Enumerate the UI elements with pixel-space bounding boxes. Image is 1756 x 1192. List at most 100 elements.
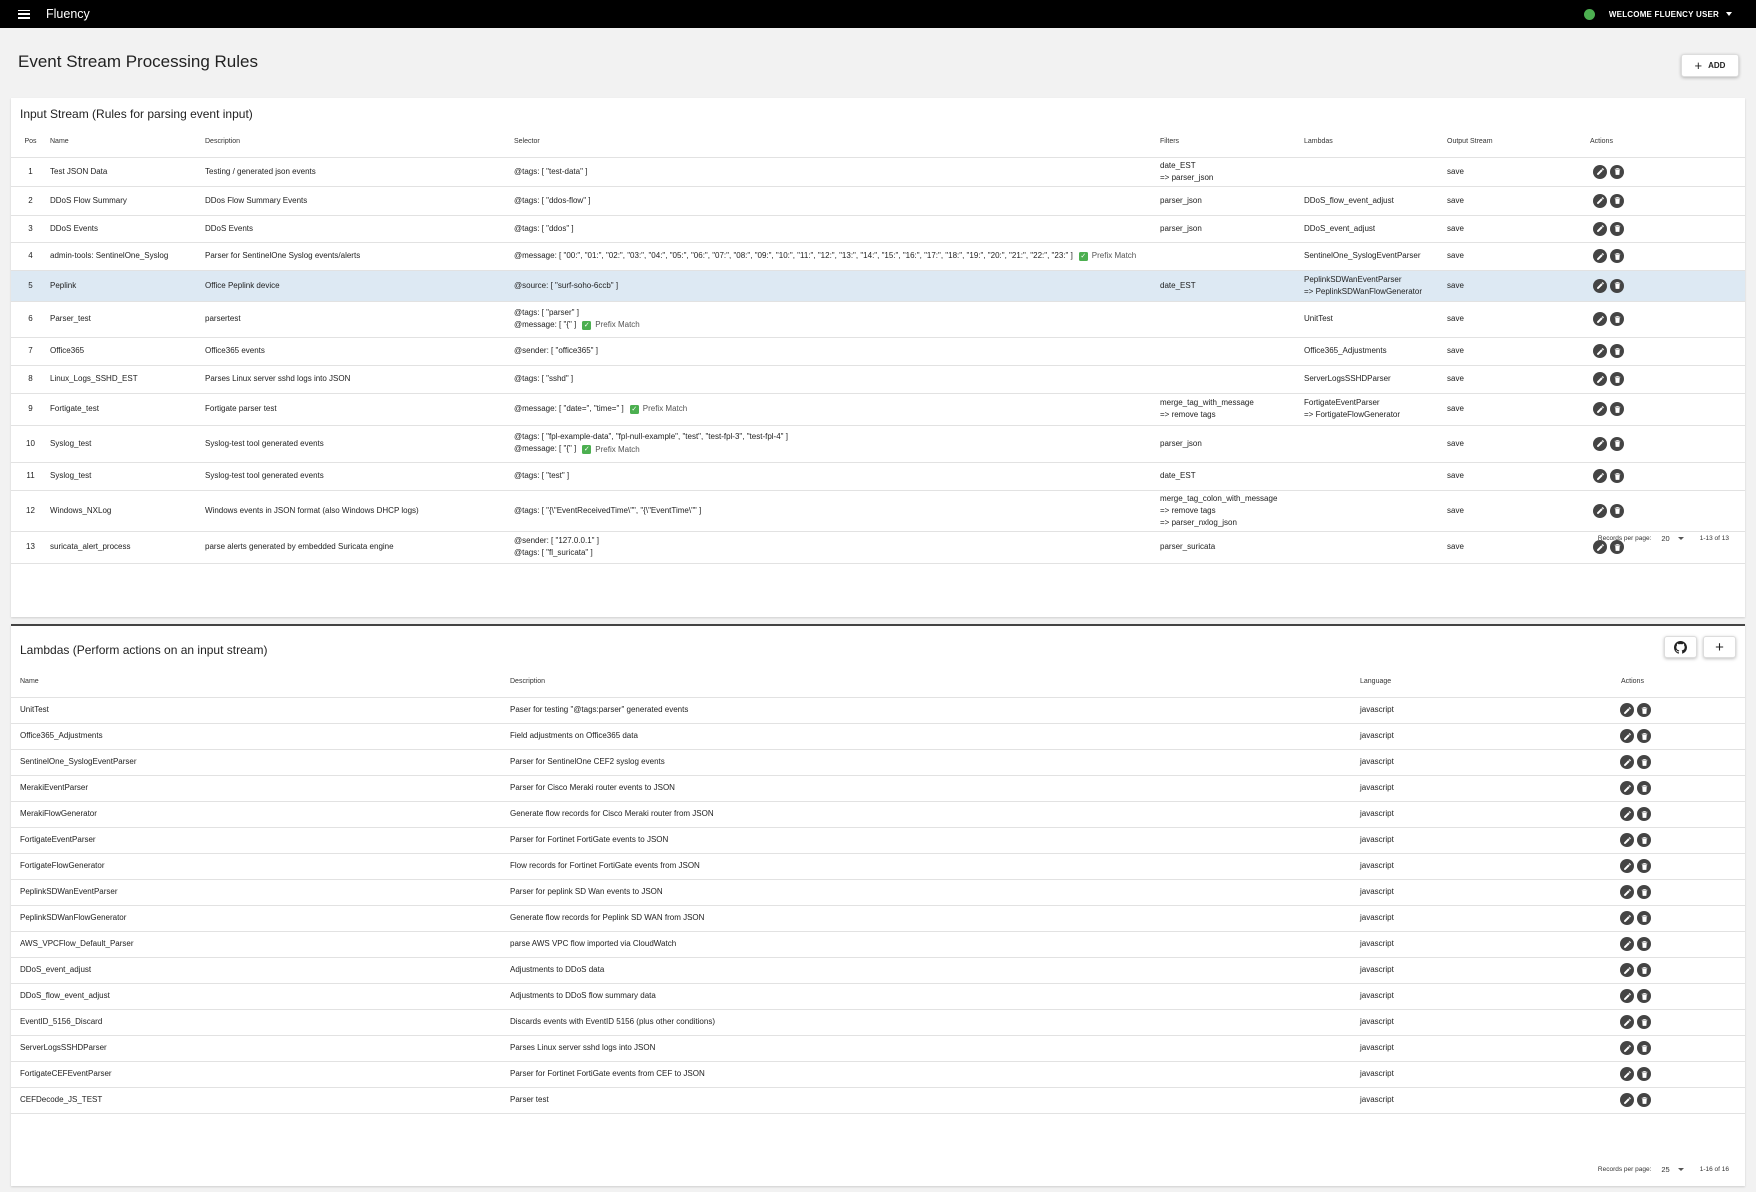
table-row[interactable]: 8 Linux_Logs_SSHD_EST Parses Linux server …	[11, 365, 1745, 394]
delete-icon[interactable]	[1637, 807, 1651, 821]
delete-icon[interactable]	[1610, 402, 1624, 416]
table-row[interactable]: 12 Windows_NXLog Windows events in JSON fo…	[11, 490, 1745, 532]
table-row[interactable]: MerakiEventParser Parser for Cisco Meraki…	[11, 775, 1745, 802]
edit-icon[interactable]	[1620, 1015, 1634, 1029]
edit-icon[interactable]	[1620, 1067, 1634, 1081]
column-header-name[interactable]: Name	[11, 667, 510, 698]
edit-icon[interactable]	[1593, 469, 1607, 483]
add-lambda-button[interactable]: +	[1703, 636, 1736, 658]
column-header-lambdas[interactable]: Lambdas	[1304, 127, 1447, 158]
table-row[interactable]: SentinelOne_SyslogEventParser Parser for …	[11, 749, 1745, 776]
edit-icon[interactable]	[1593, 278, 1607, 293]
github-button[interactable]	[1664, 636, 1697, 658]
edit-icon[interactable]	[1593, 402, 1607, 416]
table-row[interactable]: UnitTest Paser for testing "@tags:parser"…	[11, 697, 1745, 724]
edit-icon[interactable]	[1620, 937, 1634, 951]
delete-icon[interactable]	[1637, 859, 1651, 873]
edit-icon[interactable]	[1593, 344, 1607, 358]
records-per-page-select[interactable]: 20	[1661, 534, 1669, 543]
delete-icon[interactable]	[1610, 312, 1624, 326]
edit-icon[interactable]	[1593, 249, 1607, 263]
table-row[interactable]: 2 DDoS Flow Summary DDos Flow Summary Even…	[11, 186, 1745, 216]
delete-icon[interactable]	[1637, 833, 1651, 847]
edit-icon[interactable]	[1620, 1093, 1634, 1107]
chevron-down-icon[interactable]	[1677, 1168, 1684, 1171]
delete-icon[interactable]	[1610, 249, 1624, 263]
table-row[interactable]: 6 Parser_test parsertest @tags: [ "parser" …	[11, 301, 1745, 338]
edit-icon[interactable]	[1620, 807, 1634, 821]
delete-icon[interactable]	[1637, 885, 1651, 899]
column-header-name[interactable]: Name	[50, 127, 205, 158]
add-rule-button[interactable]: + ADD	[1681, 54, 1739, 77]
column-header-pos[interactable]: Pos	[11, 127, 50, 158]
table-row[interactable]: 13 suricata_alert_process parse alerts gen…	[11, 531, 1745, 564]
edit-icon[interactable]	[1620, 963, 1634, 977]
delete-icon[interactable]	[1610, 164, 1624, 179]
column-header-description[interactable]: Description	[205, 127, 514, 158]
table-row[interactable]: FortigateCEFEventParser Parser for Fortin…	[11, 1061, 1745, 1088]
delete-icon[interactable]	[1637, 755, 1651, 769]
chevron-down-icon[interactable]	[1726, 12, 1732, 16]
delete-icon[interactable]	[1637, 703, 1651, 717]
table-row[interactable]: ServerLogsSSHDParser Parses Linux server …	[11, 1035, 1745, 1062]
table-row[interactable]: 7 Office365 Office365 events @sender: [ "of…	[11, 337, 1745, 366]
delete-icon[interactable]	[1637, 781, 1651, 795]
edit-icon[interactable]	[1620, 703, 1634, 717]
column-header-output-stream[interactable]: Output Stream	[1447, 127, 1515, 158]
chevron-down-icon[interactable]	[1677, 537, 1684, 540]
edit-icon[interactable]	[1620, 989, 1634, 1003]
edit-icon[interactable]	[1593, 372, 1607, 386]
delete-icon[interactable]	[1610, 503, 1624, 518]
table-row[interactable]: CEFDecode_JS_TEST Parser test javascript	[11, 1087, 1745, 1114]
delete-icon[interactable]	[1610, 436, 1624, 451]
table-row[interactable]: 4 admin-tools: SentinelOne_Syslog Parser f…	[11, 242, 1745, 271]
column-header-description[interactable]: Description	[510, 667, 1360, 698]
delete-icon[interactable]	[1637, 1041, 1651, 1055]
user-menu[interactable]: WELCOME FLUENCY USER	[1583, 0, 1732, 28]
delete-icon[interactable]	[1610, 221, 1624, 236]
delete-icon[interactable]	[1610, 344, 1624, 358]
table-row[interactable]: 1 Test JSON Data Testing / generated json …	[11, 157, 1745, 187]
table-row[interactable]: DDoS_flow_event_adjust Adjustments to DDo…	[11, 983, 1745, 1010]
table-row[interactable]: PeplinkSDWanFlowGenerator Generate flow r…	[11, 905, 1745, 932]
delete-icon[interactable]	[1637, 729, 1651, 743]
menu-icon[interactable]	[18, 9, 30, 19]
delete-icon[interactable]	[1637, 989, 1651, 1003]
table-row[interactable]: MerakiFlowGenerator Generate flow records…	[11, 801, 1745, 828]
delete-icon[interactable]	[1610, 372, 1624, 386]
column-header-filters[interactable]: Filters	[1160, 127, 1304, 158]
edit-icon[interactable]	[1593, 312, 1607, 326]
edit-icon[interactable]	[1620, 885, 1634, 899]
edit-icon[interactable]	[1620, 1041, 1634, 1055]
edit-icon[interactable]	[1593, 193, 1607, 208]
edit-icon[interactable]	[1620, 859, 1634, 873]
edit-icon[interactable]	[1593, 436, 1607, 451]
prefix-match-checkbox[interactable]: ✓ Prefix Match	[582, 319, 640, 331]
delete-icon[interactable]	[1637, 1067, 1651, 1081]
table-row[interactable]: Office365_Adjustments Field adjustments o…	[11, 723, 1745, 750]
table-row[interactable]: FortigateFlowGenerator Flow records for F…	[11, 853, 1745, 880]
table-row[interactable]: 5 Peplink Office Peplink device @source: [ …	[11, 270, 1745, 302]
delete-icon[interactable]	[1637, 1015, 1651, 1029]
column-header-selector[interactable]: Selector	[514, 127, 1160, 158]
table-row[interactable]: 3 DDoS Events DDoS Events @tags: [ "ddos" ]…	[11, 215, 1745, 243]
delete-icon[interactable]	[1610, 193, 1624, 208]
table-row[interactable]: PeplinkSDWanEventParser Parser for peplin…	[11, 879, 1745, 906]
table-row[interactable]: 10 Syslog_test Syslog-test tool generated …	[11, 425, 1745, 463]
edit-icon[interactable]	[1620, 833, 1634, 847]
edit-icon[interactable]	[1593, 221, 1607, 236]
edit-icon[interactable]	[1620, 755, 1634, 769]
table-row[interactable]: DDoS_event_adjust Adjustments to DDoS dat…	[11, 957, 1745, 984]
table-row[interactable]: 9 Fortigate_test Fortigate parser test @mes…	[11, 393, 1745, 426]
delete-icon[interactable]	[1637, 1093, 1651, 1107]
edit-icon[interactable]	[1593, 503, 1607, 518]
delete-icon[interactable]	[1610, 469, 1624, 483]
user-menu-label[interactable]: WELCOME FLUENCY USER	[1609, 10, 1719, 19]
delete-icon[interactable]	[1637, 963, 1651, 977]
delete-icon[interactable]	[1610, 278, 1624, 293]
delete-icon[interactable]	[1637, 911, 1651, 925]
table-row[interactable]: AWS_VPCFlow_Default_Parser parse AWS VPC …	[11, 931, 1745, 958]
edit-icon[interactable]	[1620, 729, 1634, 743]
edit-icon[interactable]	[1620, 781, 1634, 795]
prefix-match-checkbox[interactable]: ✓ Prefix Match	[582, 444, 640, 456]
